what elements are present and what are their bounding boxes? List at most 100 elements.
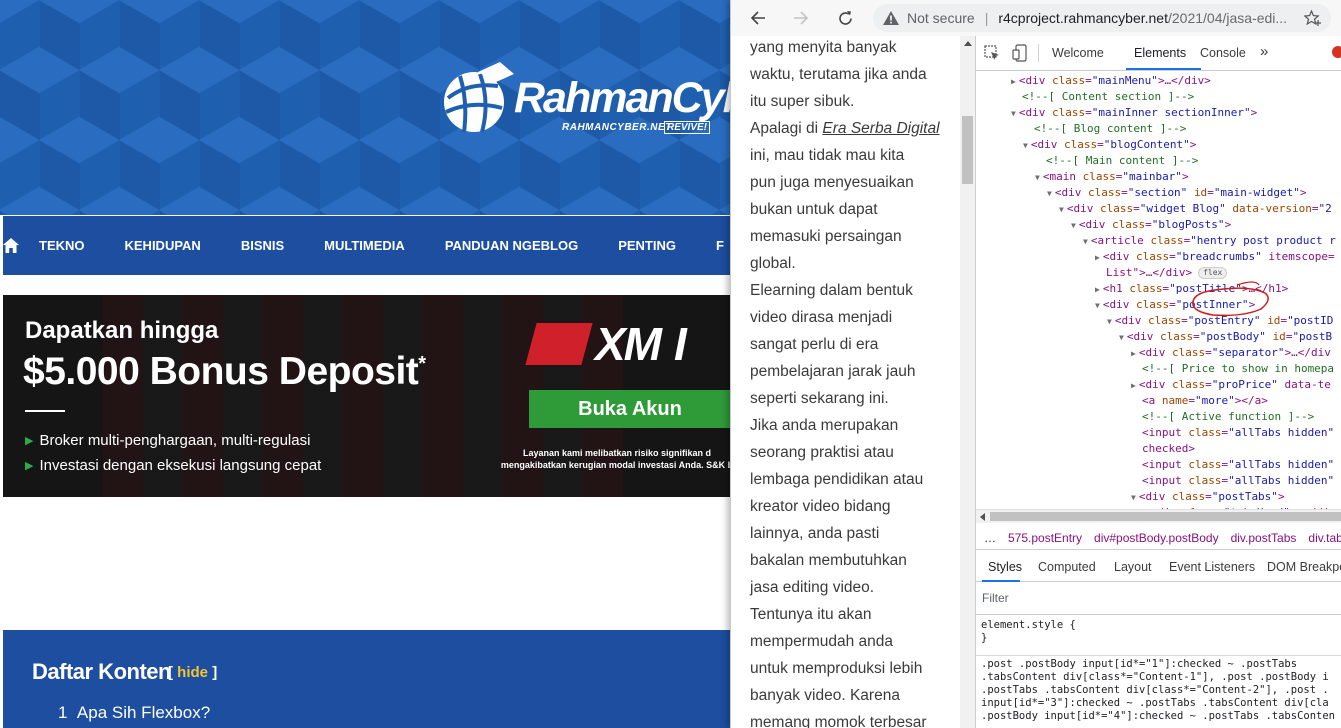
css-rule-line[interactable]: input[id*="3"]:checked ~ .postTabs .tabs… [981,697,1329,710]
tab-event-listeners[interactable]: Event Listeners [1169,560,1255,574]
nav-item-kehidupan[interactable]: KEHIDUPAN [125,238,201,253]
article-scrollbar[interactable] [960,36,975,728]
dom-node-line[interactable]: <!--[ Content section ]--> [1022,89,1194,105]
collapsed-triangle-icon[interactable]: ▶ [1095,253,1100,262]
dom-node-line[interactable]: ▶ <div class="proPrice" data-te [1131,377,1331,393]
dom-node-line[interactable]: <!--[ Active function ]--> [1142,409,1314,425]
dom-node-text: <article class="hentry post product r [1090,234,1336,247]
scroll-up-icon[interactable] [964,41,972,46]
dom-node-line[interactable]: ▼ <div class="postBody" id="postB [1119,329,1332,345]
dom-node-line[interactable]: <!--[ Main content ]--> [1046,153,1198,169]
toc-item-label[interactable]: Apa Sih Flexbox? [77,703,210,722]
ad-open-account-button[interactable]: Buka Akun [529,390,730,428]
collapsed-triangle-icon[interactable]: ▶ [1131,381,1136,390]
tab-console[interactable]: Console [1200,46,1246,60]
nav-item-panduan-ngeblog[interactable]: PANDUAN NGEBLOG [445,238,578,253]
dom-node-line[interactable]: checked> [1142,441,1195,457]
tab-styles[interactable]: Styles [988,560,1022,574]
dom-node-line[interactable]: ▼ <article class="hentry post product r [1083,233,1336,249]
dom-node-line[interactable]: <!--[ Price to show in homepa [1142,361,1334,377]
dom-node-line[interactable]: ▶ <div class="mainMenu">…</div> [1011,73,1211,89]
article-line: sangat perlu di era [750,336,879,353]
css-rule-line[interactable]: .postBody input[id*="4"]:checked ~ .post… [981,710,1335,723]
url-text: r4cproject.rahmancyber.net/2021/04/jasa-… [998,10,1287,26]
expanded-triangle-icon[interactable]: ▼ [1059,205,1064,214]
dom-node-line[interactable]: ▶ <div class="separator">…</div [1131,345,1331,361]
dom-node-line[interactable]: ▼ <div class="blogContent"> [1023,137,1196,153]
expanded-triangle-icon[interactable]: ▼ [1035,173,1040,182]
forward-button[interactable] [792,9,810,27]
scrollbar-thumb[interactable] [962,116,973,184]
back-arrow-icon [750,11,765,25]
nav-item-penting[interactable]: PENTING [618,238,676,253]
reload-button[interactable] [836,9,854,27]
globe-logo-icon [444,62,514,133]
dom-node-line[interactable]: ▼ <div class="blogPosts"> [1071,217,1231,233]
element-style-rule[interactable]: element.style { [981,619,1076,632]
inspect-element-icon[interactable] [984,45,1000,61]
nav-item-more[interactable]: F [716,238,724,253]
tab-welcome[interactable]: Welcome [1052,46,1104,60]
expanded-triangle-icon[interactable]: ▼ [1107,317,1112,326]
breadcrumb-item[interactable]: div.tabs [1308,531,1341,545]
tab-layout[interactable]: Layout [1114,560,1152,574]
toc-hide-toggle[interactable]: [ hide ] [168,664,217,681]
styles-filter-input[interactable]: Filter [982,591,1009,605]
toc-item[interactable]: 1 Apa Sih Flexbox? [58,703,210,723]
expanded-triangle-icon[interactable]: ▼ [1119,333,1124,342]
expanded-triangle-icon[interactable]: ▼ [1083,237,1088,246]
ad-bullet: ▶ Investasi dengan eksekusi langsung cepa… [25,457,321,474]
dom-horizontal-scrollbar[interactable] [976,509,1341,523]
expanded-triangle-icon[interactable]: ▼ [1023,141,1028,150]
expanded-triangle-icon[interactable]: ▼ [1011,109,1016,118]
expanded-triangle-icon[interactable]: ▼ [1131,493,1136,502]
add-favorite-icon[interactable] [1304,10,1321,26]
dom-node-line[interactable]: <input class="allTabs hidden" [1142,473,1334,489]
dom-node-line[interactable]: ▶ <div class="breadcrumbs" itemscope= [1095,249,1335,265]
error-icon[interactable] [1332,46,1341,58]
toc-hide-link[interactable]: hide [177,664,208,681]
dom-node-line[interactable]: ▼ <main class="mainbar"> [1035,169,1189,185]
breadcrumb-item[interactable]: div.postTabs [1231,531,1297,545]
collapsed-triangle-icon[interactable]: ▶ [1131,349,1136,358]
dom-node-line[interactable]: ▼ <div class="postTabs"> [1131,489,1285,505]
flex-badge[interactable]: flex [1198,267,1228,279]
breadcrumb-more[interactable]: … [984,531,996,545]
dom-node-text: <div class="section" id="main-widget"> [1054,186,1307,199]
scroll-left-icon[interactable] [980,513,985,521]
scrollbar-thumb[interactable] [990,512,1341,521]
browser-toolbar: Not secure | r4cproject.rahmancyber.net/… [731,0,1341,36]
nav-home[interactable] [3,216,19,275]
tab-elements[interactable]: Elements [1134,46,1186,60]
device-toolbar-icon[interactable] [1012,44,1028,62]
article-link[interactable]: Era Serba Digital [822,120,939,137]
tab-dom-breakpoints[interactable]: DOM Breakpo [1267,560,1341,574]
dom-tree[interactable]: ▶ <div class="mainMenu">…</div> <!--[ Cont… [976,71,1341,509]
breadcrumb-item[interactable]: 575.postEntry [1008,531,1082,545]
nav-item-bisnis[interactable]: BISNIS [241,238,284,253]
breadcrumb-item[interactable]: div#postBody.postBody [1094,531,1219,545]
css-rule-line[interactable]: .tabsContent div[class*="Content-1"], .p… [981,671,1329,684]
nav-item-multimedia[interactable]: MULTIMEDIA [324,238,405,253]
dom-node-line[interactable]: <a name="more"></a> [1142,393,1268,409]
expanded-triangle-icon[interactable]: ▼ [1047,189,1052,198]
tab-more[interactable]: » [1260,43,1268,60]
expanded-triangle-icon[interactable]: ▼ [1095,301,1100,310]
dom-node-line[interactable]: ▼ <div class="mainInner sectionInner"> [1011,105,1257,121]
address-bar[interactable]: Not secure | r4cproject.rahmancyber.net/… [873,4,1331,32]
collapsed-triangle-icon[interactable]: ▶ [1095,285,1100,294]
tab-computed[interactable]: Computed [1038,560,1096,574]
advertisement-banner[interactable]: Dapatkan hingga $5.000 Bonus Deposit* ▶ B… [3,295,730,497]
site-logo[interactable]: RahmanCyber RAHMANCYBER.NET REVIVE! [438,62,730,134]
dom-node-line[interactable]: <input class="allTabs hidden" [1142,457,1334,473]
expanded-triangle-icon[interactable]: ▼ [1071,221,1076,230]
dom-node-line[interactable]: ▼ <div class="widget Blog" data-version="… [1059,201,1332,217]
css-rule-line[interactable]: .post .postBody input[id*="1"]:checked ~… [981,658,1297,671]
dom-node-line[interactable]: ▼ <div class="section" id="main-widget"> [1047,185,1307,201]
collapsed-triangle-icon[interactable]: ▶ [1011,77,1016,86]
dom-node-line[interactable]: <input class="allTabs hidden" [1142,425,1334,441]
back-button[interactable] [749,9,767,27]
css-rule-line[interactable]: .postTabs .tabsContent div[class*="Conte… [981,684,1329,697]
dom-node-line[interactable]: <!--[ Blog content ]--> [1034,121,1186,137]
nav-item-tekno[interactable]: TEKNO [39,238,85,253]
